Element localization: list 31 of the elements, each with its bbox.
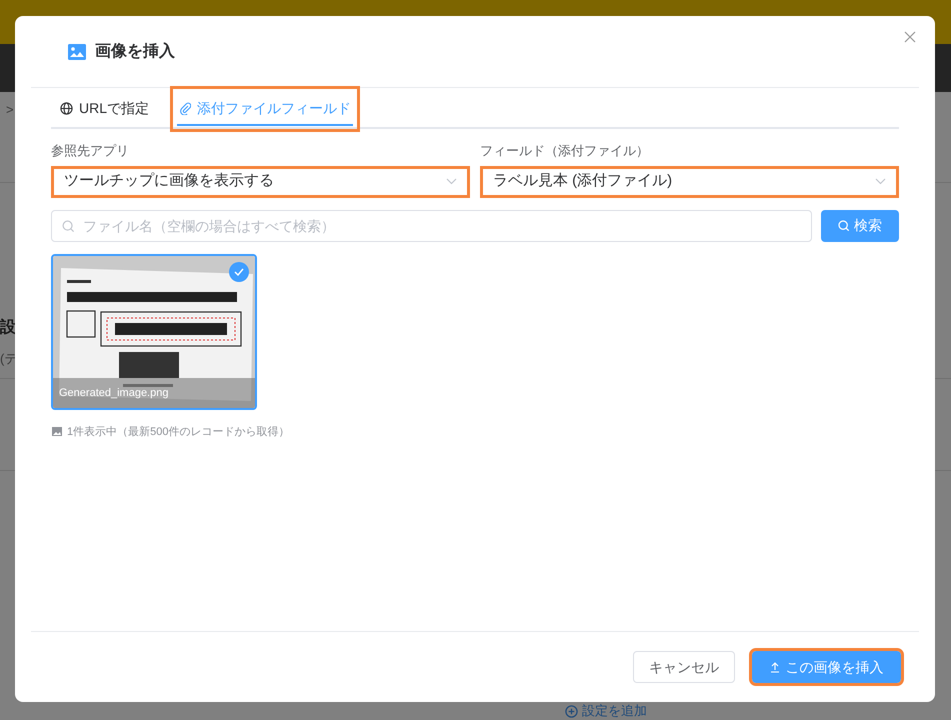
result-caption: 1件表示中（最新500件のレコードから取得） [67,424,290,440]
upload-icon [770,662,780,672]
image-icon [52,427,62,436]
search-icon [62,220,75,232]
field-label: フィールド（添付ファイル） [480,142,650,160]
image-thumbnail[interactable]: Generated_image.png [51,254,257,410]
search-field[interactable]: ファイル名（空欄の場合はすべて検索） [51,210,812,242]
search-icon [838,220,850,232]
select-field[interactable]: ラベル見本 (添付ファイル) [480,166,899,198]
image-icon [68,44,86,60]
cancel-button[interactable]: キャンセル [633,651,735,683]
plus-circle-icon [565,704,578,718]
chevron-down-icon [875,178,886,185]
close-button[interactable] [904,30,918,44]
field-label: 参照先アプリ [51,142,130,160]
globe-icon [60,102,73,114]
search-button[interactable]: 検索 [821,210,899,242]
select-field[interactable]: ツールチップに画像を表示する [51,166,470,198]
dialog-title: 画像を挿入 [95,41,175,62]
check-badge-icon [229,262,249,282]
paperclip-icon [179,102,192,114]
section-title: 設 [0,317,16,338]
tab[interactable]: URLで指定 [51,86,158,132]
tab[interactable]: 添付ファイルフィールド [170,86,360,132]
image-filename: Generated_image.png [59,386,168,401]
breadcrumb-separator: > [6,101,14,119]
chevron-down-icon [446,178,457,185]
add-setting-link[interactable]: 設定を追加 [565,704,647,718]
insert-button[interactable]: この画像を挿入 [752,651,901,683]
close-icon [904,31,916,43]
section-note: (テ [0,350,18,368]
